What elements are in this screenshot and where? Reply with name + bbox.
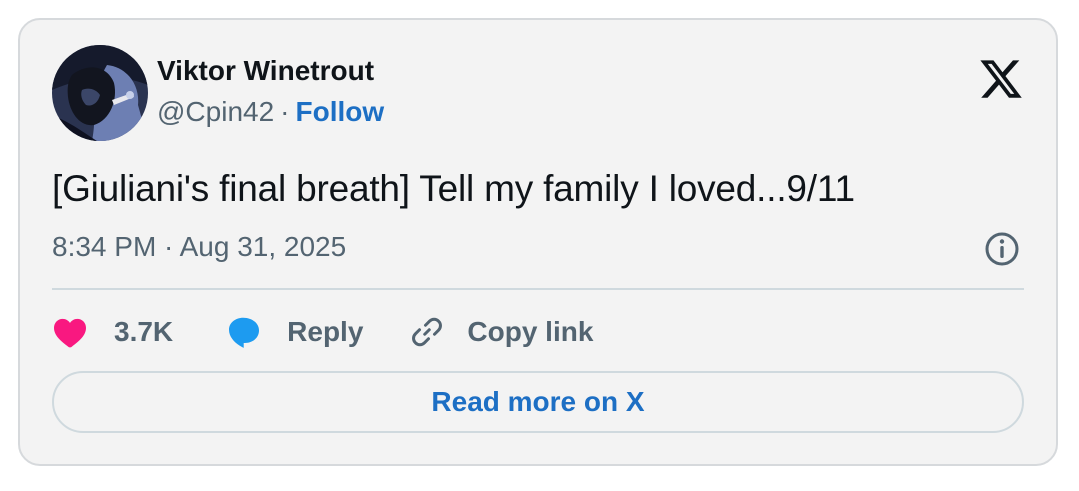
- handle-separator: ·: [280, 96, 290, 127]
- heart-icon: [54, 318, 86, 348]
- reply-label: Reply: [287, 316, 364, 347]
- author-handle[interactable]: @Cpin42: [157, 96, 274, 127]
- like-button[interactable]: 3.7K: [52, 316, 173, 348]
- speech-bubble-icon: [229, 317, 260, 348]
- copy-link-button[interactable]: Copy link: [409, 314, 593, 350]
- read-more-button[interactable]: Read more on X: [52, 371, 1024, 433]
- avatar[interactable]: [52, 45, 148, 141]
- author-handle-row: @Cpin42 · Follow: [157, 96, 384, 128]
- like-count: 3.7K: [114, 316, 174, 347]
- copy-link-label: Copy link: [467, 316, 594, 347]
- tweet-actions: 3.7K Reply Copy link: [52, 310, 593, 354]
- x-logo-icon[interactable]: [978, 56, 1024, 102]
- info-icon[interactable]: [984, 231, 1020, 267]
- avatar-image: [52, 45, 148, 141]
- tweet-card: Viktor Winetrout @Cpin42 · Follow [Giulian…: [18, 18, 1058, 466]
- divider: [52, 288, 1024, 290]
- x-logo-glyph: [980, 60, 1022, 98]
- link-icon: [412, 317, 443, 347]
- info-glyph: [985, 232, 1019, 266]
- author-display-name[interactable]: Viktor Winetrout: [157, 55, 374, 87]
- follow-button[interactable]: Follow: [295, 96, 384, 127]
- tweet-text: [Giuliani's final breath] Tell my family…: [52, 168, 855, 209]
- read-more-label: Read more on X: [431, 386, 645, 417]
- tweet-timestamp[interactable]: 8:34 PM · Aug 31, 2025: [52, 231, 346, 263]
- reply-button[interactable]: Reply: [225, 314, 363, 350]
